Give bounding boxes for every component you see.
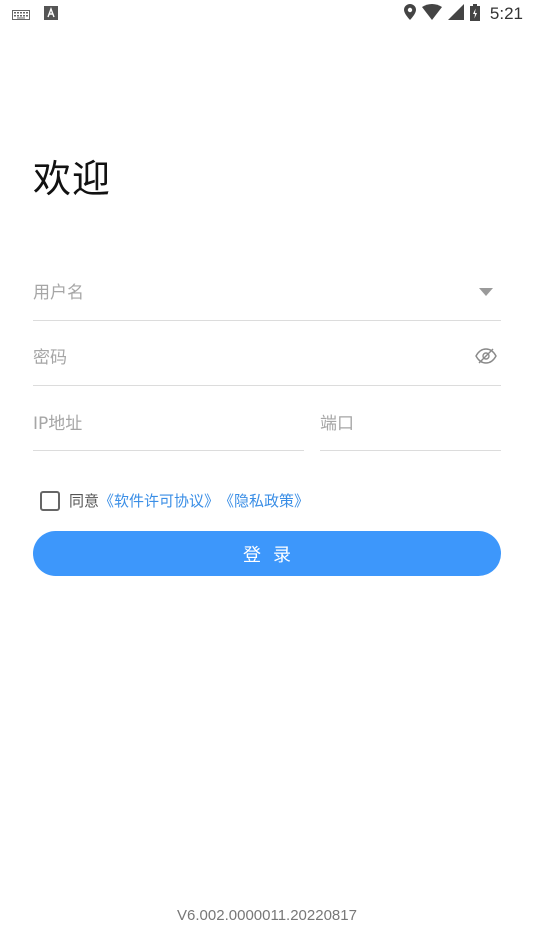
software-license-link[interactable]: 《软件许可协议》: [99, 490, 219, 511]
status-bar-system: 5:21: [403, 3, 523, 25]
password-input[interactable]: [33, 331, 501, 385]
ip-field-row: [33, 397, 304, 451]
username-field-row: [33, 266, 501, 321]
password-field-row: [33, 331, 501, 386]
agreement-prefix: 同意: [69, 492, 100, 510]
login-button[interactable]: 登录: [33, 531, 501, 576]
battery-icon: [469, 3, 480, 25]
status-bar-notifications: [12, 5, 58, 24]
a-icon: [44, 5, 58, 24]
privacy-policy-link[interactable]: 《隐私政策》: [219, 490, 309, 511]
signal-icon: [447, 4, 464, 24]
port-input[interactable]: [320, 397, 501, 450]
keyboard-icon: [12, 5, 30, 24]
agreement-checkbox[interactable]: [40, 490, 60, 511]
location-icon: [403, 4, 416, 24]
username-dropdown-button[interactable]: [479, 288, 495, 298]
caret-down-icon: [479, 288, 495, 296]
wifi-icon: [421, 4, 442, 24]
status-time: 5:21: [489, 4, 523, 23]
agreement-row: 同意 《软件许可协议》 《隐私政策》: [40, 490, 309, 511]
eye-off-icon: [475, 348, 497, 369]
welcome-title: 欢迎: [33, 157, 112, 201]
status-bar: 5:21: [0, 0, 534, 28]
username-input[interactable]: [33, 266, 501, 320]
toggle-password-visibility-button[interactable]: [475, 347, 499, 367]
version-label: V6.002.0000011.20220817: [177, 907, 357, 924]
ip-address-input[interactable]: [33, 397, 304, 450]
port-field-row: [320, 397, 501, 451]
